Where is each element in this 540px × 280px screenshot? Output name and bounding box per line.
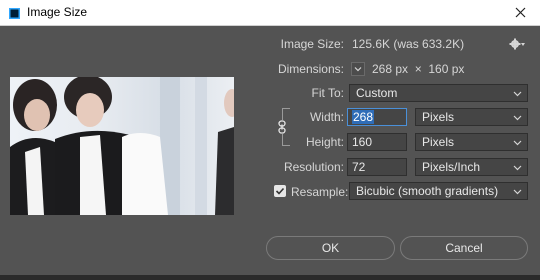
dimensions-label: Dimensions: xyxy=(277,62,344,76)
window-title: Image Size xyxy=(27,5,88,19)
preview-photo xyxy=(10,77,234,215)
resolution-unit-value: Pixels/Inch xyxy=(422,160,481,174)
fit-to-dropdown[interactable]: Custom xyxy=(349,84,528,102)
resample-dropdown[interactable]: Bicubic (smooth gradients) xyxy=(349,182,528,200)
resolution-label: Resolution: xyxy=(283,160,344,174)
height-input[interactable]: 160 xyxy=(347,133,407,151)
resolution-input[interactable]: 72 xyxy=(347,158,407,176)
image-preview[interactable] xyxy=(10,77,234,215)
photoshop-icon xyxy=(9,8,20,19)
chevron-down-icon xyxy=(513,189,522,195)
resolution-unit-dropdown[interactable]: Pixels/Inch xyxy=(415,158,528,176)
height-unit-dropdown[interactable]: Pixels xyxy=(415,133,528,151)
chevron-down-icon xyxy=(354,67,362,72)
width-unit-value: Pixels xyxy=(422,110,455,124)
fit-to-label: Fit To: xyxy=(311,86,344,100)
fit-to-value: Custom xyxy=(356,86,398,100)
resample-checkbox[interactable] xyxy=(274,185,286,197)
resample-label: Resample: xyxy=(291,185,349,199)
cancel-button[interactable]: Cancel xyxy=(400,236,528,260)
title-bar: Image Size xyxy=(0,0,540,26)
resolution-value: 72 xyxy=(352,160,366,174)
width-label: Width: xyxy=(309,110,344,124)
cancel-button-label: Cancel xyxy=(445,241,483,255)
dimensions-value: 268 px × 160 px xyxy=(372,62,465,76)
gear-icon[interactable] xyxy=(508,37,526,51)
chevron-down-icon xyxy=(513,91,522,97)
background-strip xyxy=(0,275,540,280)
constrain-proportions-button[interactable] xyxy=(275,120,289,134)
width-value: 268 xyxy=(352,110,375,124)
close-icon xyxy=(515,7,525,18)
link-icon xyxy=(278,120,286,134)
dimensions-unit-toggle[interactable] xyxy=(351,62,365,76)
chevron-down-icon xyxy=(513,115,522,121)
ok-button-label: OK xyxy=(321,241,340,255)
height-value: 160 xyxy=(352,135,373,149)
checkmark-icon xyxy=(275,187,285,195)
ok-button[interactable]: OK xyxy=(266,236,395,260)
height-label: Height: xyxy=(305,135,344,149)
image-size-value: 125.6K (was 633.2K) xyxy=(352,37,465,51)
close-button[interactable] xyxy=(500,0,540,25)
image-size-label: Image Size: xyxy=(280,37,344,51)
width-unit-dropdown[interactable]: Pixels xyxy=(415,108,528,126)
height-unit-value: Pixels xyxy=(422,135,455,149)
resample-value: Bicubic (smooth gradients) xyxy=(356,184,499,198)
chevron-down-icon xyxy=(513,140,522,146)
chevron-down-icon xyxy=(513,165,522,171)
width-input[interactable]: 268 xyxy=(347,108,407,126)
